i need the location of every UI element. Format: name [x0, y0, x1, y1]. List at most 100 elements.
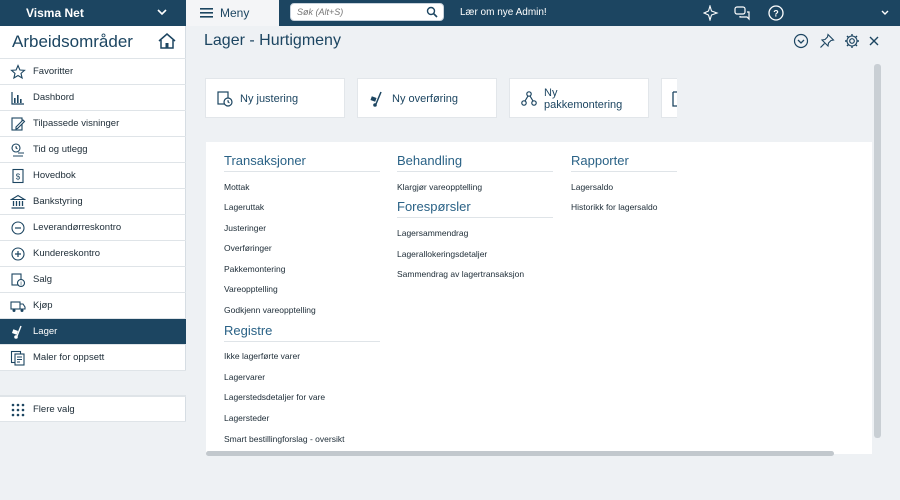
- chat-icon[interactable]: [734, 5, 750, 21]
- link-justeringer[interactable]: Justeringer: [224, 223, 266, 233]
- sidebar-item-label: Lager: [33, 326, 58, 337]
- sidebar-item-salg[interactable]: i Salg: [0, 266, 186, 292]
- help-icon[interactable]: ?: [768, 5, 784, 21]
- sidebar-item-label: Kjøp: [33, 300, 53, 311]
- company-name: Visma Net: [26, 6, 84, 20]
- chevron-down-icon[interactable]: [880, 8, 890, 18]
- tile-label: Ny overføring: [392, 93, 459, 105]
- sidebar-title: Arbeidsområder: [12, 32, 133, 51]
- section-heading-registre: Registre: [224, 323, 380, 342]
- sidebar-item-tid-og-utlegg[interactable]: Tid og utlegg: [0, 136, 186, 162]
- home-icon[interactable]: [157, 32, 177, 50]
- news-link[interactable]: Lær om nye Admin!: [460, 7, 547, 18]
- sidebar-item-flere-valg[interactable]: Flere valg: [0, 396, 186, 422]
- search-icon[interactable]: [426, 6, 438, 18]
- sidebar-item-favoritter[interactable]: Favoritter: [0, 58, 186, 84]
- adjustment-icon: [217, 91, 233, 107]
- hierarchy-icon: [521, 91, 537, 106]
- tile-ny-pakkemontering[interactable]: Ny pakkemontering: [509, 78, 649, 118]
- section-heading-rapporter: Rapporter: [571, 153, 677, 172]
- sidebar-item-label: Bankstyring: [33, 196, 83, 207]
- bank-icon: [10, 194, 26, 209]
- sidebar-item-label: Kundereskontro: [33, 248, 101, 259]
- sidebar-item-label: Flere valg: [33, 404, 75, 415]
- sidebar-item-maler-for-oppsett[interactable]: Maler for oppsett: [0, 344, 186, 370]
- link-klargjor-vareopptelling[interactable]: Klargjør vareopptelling: [397, 182, 482, 192]
- document-icon: [672, 91, 677, 107]
- chevron-down-icon: [157, 9, 167, 16]
- link-lagervarer[interactable]: Lagervarer: [224, 372, 265, 382]
- dolly-icon: [11, 325, 22, 339]
- tile-ny-overforing[interactable]: Ny overføring: [357, 78, 497, 118]
- quick-menu-panel: Transaksjoner Mottak Lageruttak Justerin…: [206, 142, 872, 454]
- chart-icon: [11, 92, 24, 105]
- truck-icon: [10, 301, 26, 312]
- link-smart-bestillingforslag[interactable]: Smart bestillingforslag - oversikt: [224, 434, 344, 444]
- link-mottak[interactable]: Mottak: [224, 182, 250, 192]
- link-lagersteder[interactable]: Lagersteder: [224, 413, 269, 423]
- sidebar-item-label: Hovedbok: [33, 170, 76, 181]
- tile-ny-justering[interactable]: Ny justering: [205, 78, 345, 118]
- tile-label: Ny justering: [240, 93, 299, 105]
- svg-text:$: $: [16, 173, 21, 182]
- close-icon[interactable]: [868, 35, 880, 47]
- tile-partial[interactable]: [661, 78, 677, 118]
- hamburger-icon: [200, 8, 213, 18]
- chevron-circle-down-icon[interactable]: [793, 33, 809, 49]
- minus-circle-icon: [11, 221, 25, 235]
- dolly-icon: [370, 91, 382, 107]
- link-lagerallokeringsdetaljer[interactable]: Lagerallokeringsdetaljer: [397, 249, 487, 259]
- star-icon: [10, 64, 26, 80]
- link-ikke-lagerforte-varer[interactable]: Ikke lagerførte varer: [224, 351, 300, 361]
- svg-text:i: i: [20, 282, 21, 288]
- edit-doc-icon: [11, 117, 26, 131]
- grid-icon: [11, 403, 25, 417]
- sidebar-item-lager[interactable]: Lager: [0, 318, 186, 344]
- link-pakkemontering[interactable]: Pakkemontering: [224, 264, 285, 274]
- link-historikk-for-lagersaldo[interactable]: Historikk for lagersaldo: [571, 202, 657, 212]
- svg-text:?: ?: [773, 9, 779, 19]
- sidebar-item-hovedbok[interactable]: $ Hovedbok: [0, 162, 186, 188]
- template-icon: [10, 350, 25, 366]
- link-lageruttak[interactable]: Lageruttak: [224, 202, 264, 212]
- company-selector[interactable]: Visma Net: [0, 0, 186, 26]
- sidebar-item-label: Favoritter: [33, 66, 74, 77]
- search-input[interactable]: [297, 4, 417, 20]
- menu-label: Meny: [220, 6, 250, 20]
- sidebar-item-kjop[interactable]: Kjøp: [0, 292, 186, 318]
- sidebar-item-dashbord[interactable]: Dashbord: [0, 84, 186, 110]
- ledger-icon: $: [12, 168, 24, 184]
- link-vareopptelling[interactable]: Vareopptelling: [224, 284, 278, 294]
- link-lagersaldo[interactable]: Lagersaldo: [571, 182, 613, 192]
- pin-icon[interactable]: [819, 33, 835, 49]
- plus-circle-icon: [11, 247, 25, 261]
- sidebar-item-label: Maler for oppsett: [33, 352, 105, 363]
- section-heading-foresporsler: Forespørsler: [397, 199, 553, 218]
- sidebar-item-label: Salg: [33, 274, 53, 285]
- sidebar-item-label: Tilpassede visninger: [33, 118, 120, 129]
- section-heading-transaksjoner: Transaksjoner: [224, 153, 380, 172]
- sparkle-icon[interactable]: [703, 5, 719, 21]
- link-overforinger[interactable]: Overføringer: [224, 243, 272, 253]
- sidebar-item-bankstyring[interactable]: Bankstyring: [0, 188, 186, 214]
- tile-label-line1: Ny: [544, 87, 558, 99]
- page-title: Lager - Hurtigmeny: [204, 32, 341, 49]
- sidebar-item-label: Dashbord: [33, 92, 75, 103]
- horizontal-scrollbar[interactable]: [206, 451, 834, 456]
- link-lagerstedsdetaljer-for-vare[interactable]: Lagerstedsdetaljer for vare: [224, 392, 325, 402]
- gear-icon[interactable]: [844, 33, 860, 49]
- vertical-scrollbar[interactable]: [874, 64, 881, 438]
- search-box[interactable]: [290, 3, 444, 21]
- tile-label: Ny pakkemontering: [544, 87, 622, 111]
- sidebar-item-label: Tid og utlegg: [33, 144, 88, 155]
- link-godkjenn-vareopptelling[interactable]: Godkjenn vareopptelling: [224, 305, 316, 315]
- link-sammendrag-av-lagertransaksjon[interactable]: Sammendrag av lagertransaksjon: [397, 269, 524, 279]
- sidebar-spacer: [0, 370, 186, 396]
- tile-label-line2: pakkemontering: [544, 99, 623, 111]
- sidebar-item-tilpassede-visninger[interactable]: Tilpassede visninger: [0, 110, 186, 136]
- sidebar-item-label: Leverandørreskontro: [33, 222, 122, 233]
- sidebar-item-leverandorreskontro[interactable]: Leverandørreskontro: [0, 214, 186, 240]
- menu-button[interactable]: Meny: [186, 0, 279, 26]
- sidebar-item-kundereskontro[interactable]: Kundereskontro: [0, 240, 186, 266]
- link-lagersammendrag[interactable]: Lagersammendrag: [397, 228, 468, 238]
